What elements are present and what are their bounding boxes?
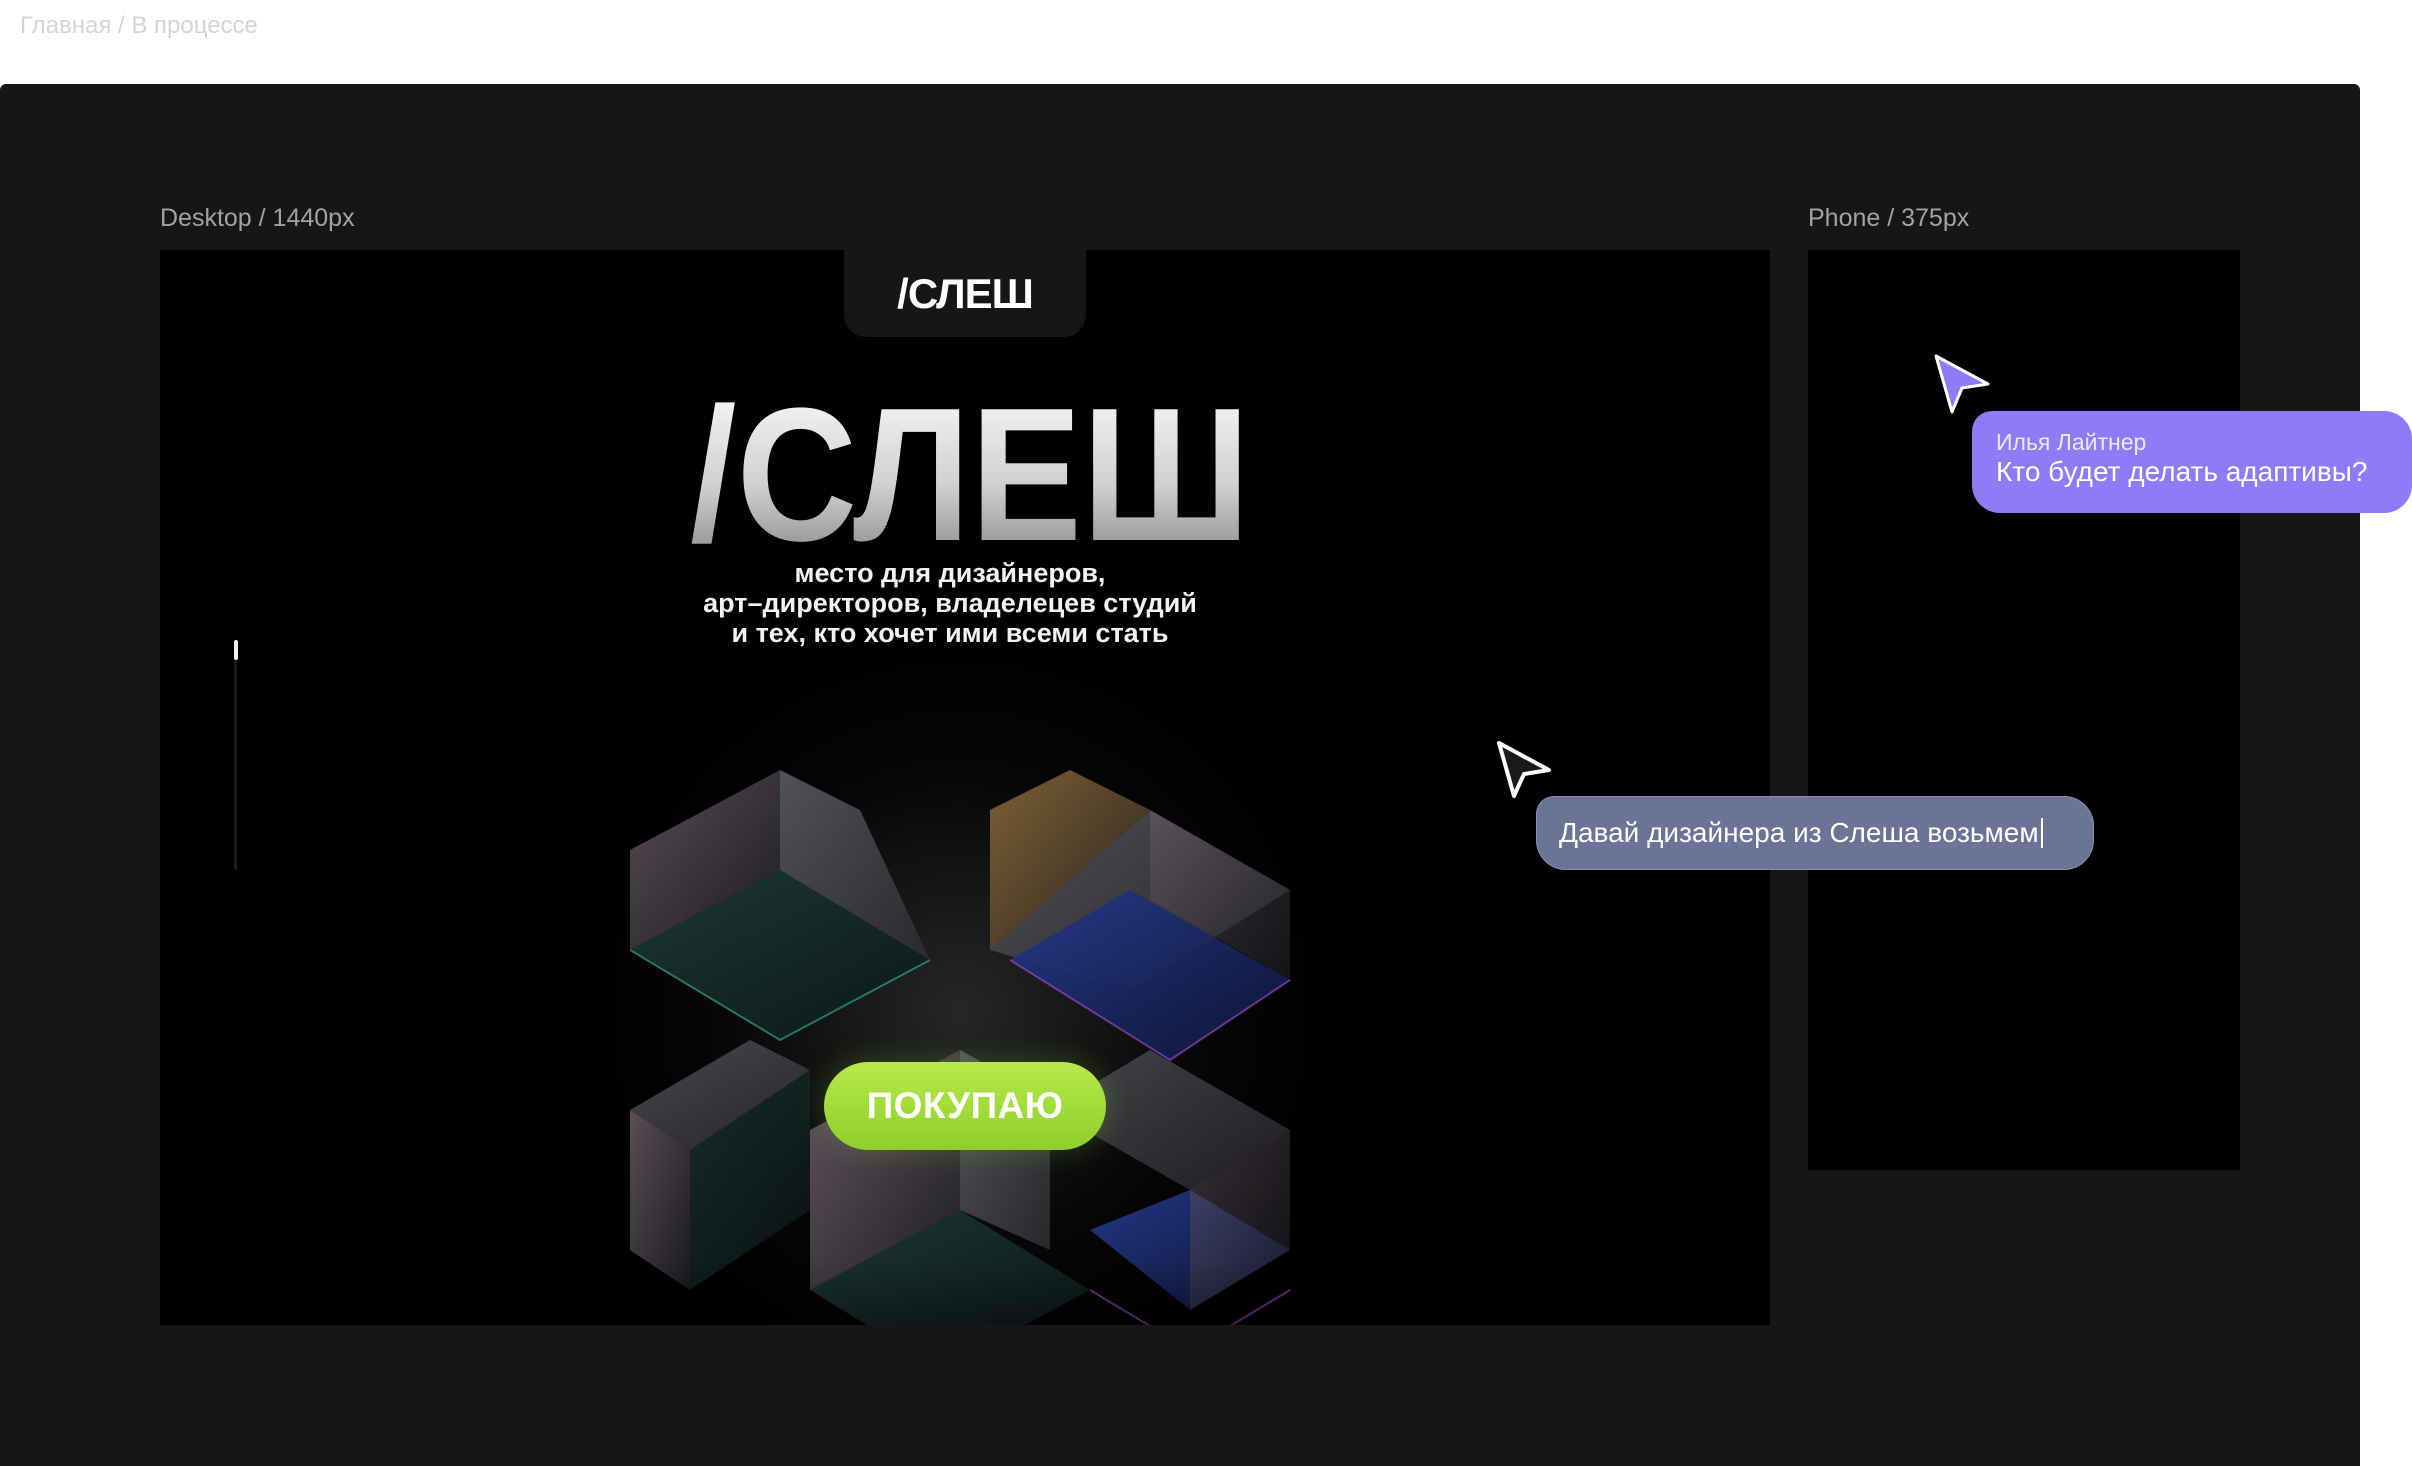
collaborator-comment[interactable]: Илья Лайтнер Кто будет делать адаптивы? xyxy=(1972,411,2412,513)
scroll-thumb[interactable] xyxy=(234,640,238,660)
cursor-chat-input-value[interactable]: Давай дизайнера из Слеша возьмем xyxy=(1559,817,2039,849)
comment-text: Кто будет делать адаптивы? xyxy=(1996,456,2368,487)
tagline-line-2: арт–директоров, владелецев студий xyxy=(703,588,1197,618)
breadcrumb[interactable]: Главная / В процессе xyxy=(20,12,258,40)
text-caret xyxy=(2040,818,2043,848)
user-cursor-icon xyxy=(1497,741,1551,798)
phone-frame[interactable] xyxy=(1808,250,2240,1170)
desktop-frame-label[interactable]: Desktop / 1440px xyxy=(160,204,355,233)
comment-author: Илья Лайтнер xyxy=(1996,429,2147,455)
hero-logo-text: /СЛЕШ xyxy=(690,390,1250,560)
collaborator-cursor-icon xyxy=(1934,354,1990,414)
hero-cubes-illustration xyxy=(630,690,1330,1325)
site-nav-logo[interactable]: /СЛЕШ xyxy=(897,270,1034,318)
phone-frame-label[interactable]: Phone / 375px xyxy=(1808,204,1969,233)
hero-logo: /СЛЕШ xyxy=(690,390,1250,560)
site-header-tab[interactable]: /СЛЕШ xyxy=(844,250,1086,337)
buy-button[interactable]: ПОКУПАЮ xyxy=(824,1062,1106,1150)
hero-tagline: место для дизайнеров, арт–директоров, вл… xyxy=(640,558,1260,648)
cursor-chat-input[interactable]: Давай дизайнера из Слеша возьмем xyxy=(1536,796,2094,870)
tagline-line-1: место для дизайнеров, xyxy=(794,558,1106,588)
scroll-track[interactable] xyxy=(234,640,237,870)
tagline-line-3: и тех, кто хочет ими всеми стать xyxy=(731,618,1169,648)
